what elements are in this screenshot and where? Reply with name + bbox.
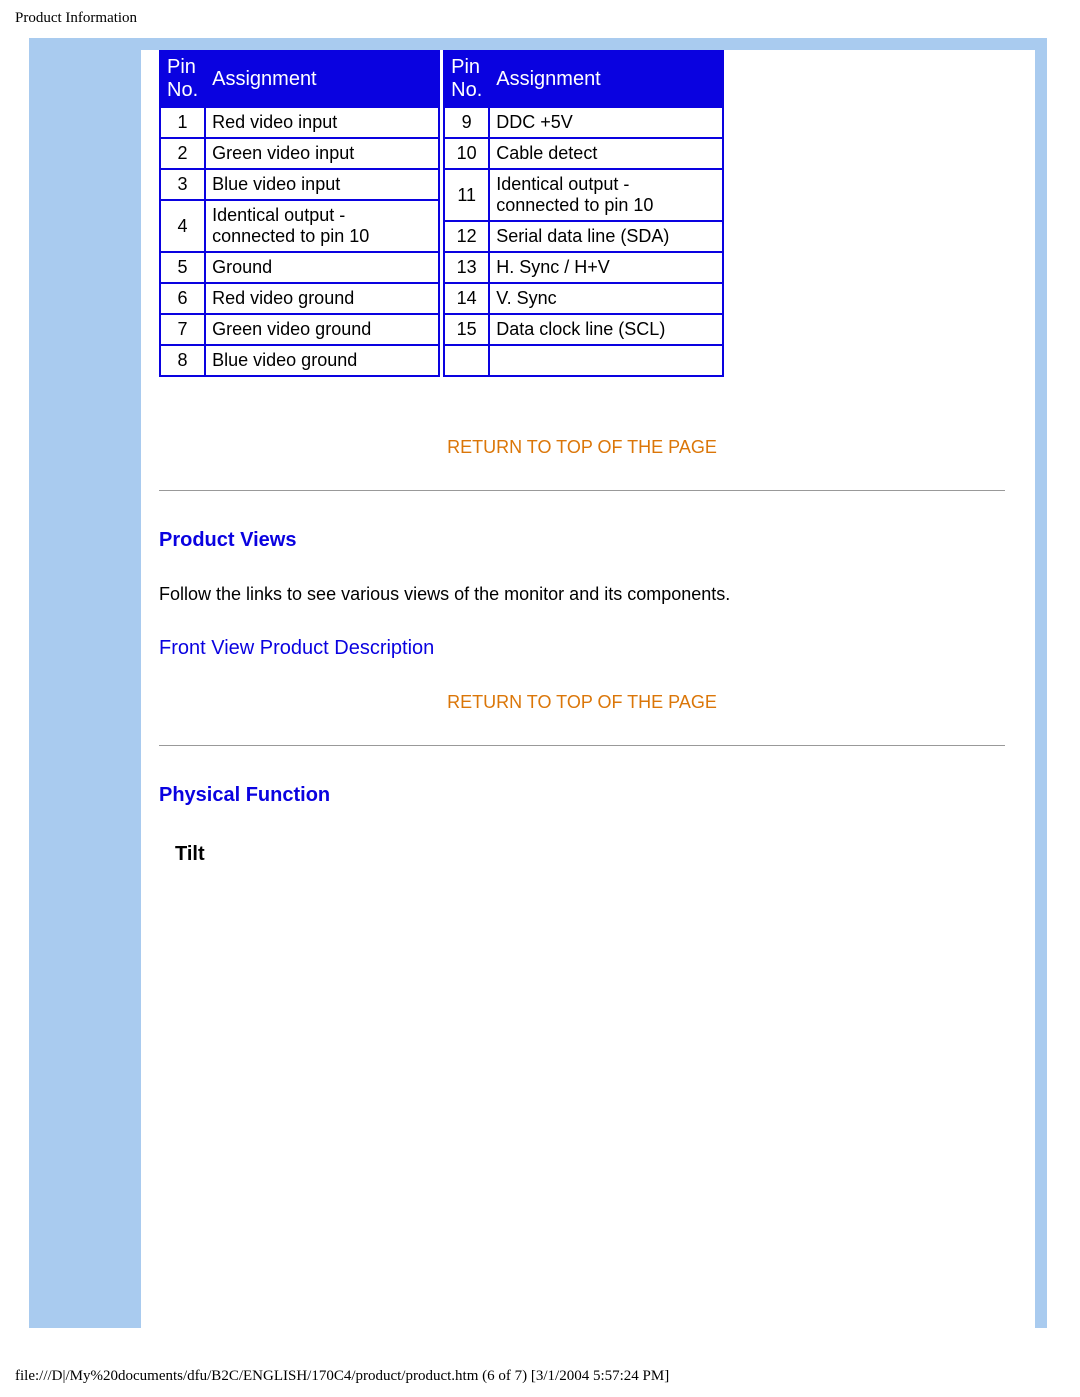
heading-physical-function: Physical Function (159, 784, 1005, 807)
pin-assignment: Identical output - connected to pin 10 (206, 201, 438, 251)
pin-assignment: Blue video ground (206, 346, 438, 375)
empty-cell (490, 346, 722, 375)
pin-number: 15 (445, 315, 488, 344)
pin-number: 7 (161, 315, 204, 344)
pin-assignment: Cable detect (490, 139, 722, 168)
col-header-pin: Pin No. (445, 52, 488, 106)
table-row: 15Data clock line (SCL) (445, 315, 722, 344)
pin-assignment: Data clock line (SCL) (490, 315, 722, 344)
pin-tables: Pin No. Assignment 1Red video input2Gree… (159, 50, 1005, 377)
pin-table-right: Pin No. Assignment 9DDC +5V10Cable detec… (443, 50, 724, 377)
pin-assignment: Ground (206, 253, 438, 282)
pin-number: 13 (445, 253, 488, 282)
pin-table-left: Pin No. Assignment 1Red video input2Gree… (159, 50, 440, 377)
pin-number: 6 (161, 284, 204, 313)
page-header-title: Product Information (0, 0, 1080, 27)
table-row: 13H. Sync / H+V (445, 253, 722, 282)
pin-number: 1 (161, 108, 204, 137)
pin-assignment: Blue video input (206, 170, 438, 199)
product-views-body: Follow the links to see various views of… (159, 584, 1005, 605)
table-row: 9DDC +5V (445, 108, 722, 137)
table-row: 4Identical output - connected to pin 10 (161, 201, 438, 251)
table-row: 7Green video ground (161, 315, 438, 344)
pin-assignment: V. Sync (490, 284, 722, 313)
table-row: 10Cable detect (445, 139, 722, 168)
pin-number: 8 (161, 346, 204, 375)
table-row: 3Blue video input (161, 170, 438, 199)
return-to-top-link[interactable]: RETURN TO TOP OF THE PAGE (159, 692, 1005, 713)
table-row: 1Red video input (161, 108, 438, 137)
pin-number: 2 (161, 139, 204, 168)
content-panel: Pin No. Assignment 1Red video input2Gree… (141, 50, 1035, 1328)
pin-assignment: Identical output - connected to pin 10 (490, 170, 722, 220)
divider (159, 745, 1005, 746)
pin-number: 10 (445, 139, 488, 168)
table-row: 6Red video ground (161, 284, 438, 313)
pin-number: 3 (161, 170, 204, 199)
pin-number: 14 (445, 284, 488, 313)
col-header-assign: Assignment (490, 52, 722, 106)
pin-assignment: H. Sync / H+V (490, 253, 722, 282)
table-row: 5Ground (161, 253, 438, 282)
divider (159, 490, 1005, 491)
link-front-view[interactable]: Front View Product Description (159, 637, 434, 659)
pin-assignment: Red video ground (206, 284, 438, 313)
pin-assignment: Serial data line (SDA) (490, 222, 722, 251)
empty-cell (445, 346, 488, 375)
pin-number: 12 (445, 222, 488, 251)
col-header-assign: Assignment (206, 52, 438, 106)
pin-number: 11 (445, 170, 488, 220)
pin-assignment: Green video input (206, 139, 438, 168)
table-row (445, 346, 722, 375)
pin-assignment: DDC +5V (490, 108, 722, 137)
return-to-top-link[interactable]: RETURN TO TOP OF THE PAGE (159, 437, 1005, 458)
pin-number: 5 (161, 253, 204, 282)
pin-number: 9 (445, 108, 488, 137)
heading-product-views: Product Views (159, 529, 1005, 552)
table-row: 14V. Sync (445, 284, 722, 313)
table-row: 11Identical output - connected to pin 10 (445, 170, 722, 220)
table-row: 2Green video input (161, 139, 438, 168)
col-header-pin: Pin No. (161, 52, 204, 106)
pin-assignment: Red video input (206, 108, 438, 137)
table-row: 8Blue video ground (161, 346, 438, 375)
table-row: 12Serial data line (SDA) (445, 222, 722, 251)
pin-assignment: Green video ground (206, 315, 438, 344)
pin-number: 4 (161, 201, 204, 251)
outer-frame: Pin No. Assignment 1Red video input2Gree… (29, 38, 1047, 1328)
footer-path: file:///D|/My%20documents/dfu/B2C/ENGLIS… (15, 1368, 669, 1385)
subheading-tilt: Tilt (175, 843, 1005, 866)
